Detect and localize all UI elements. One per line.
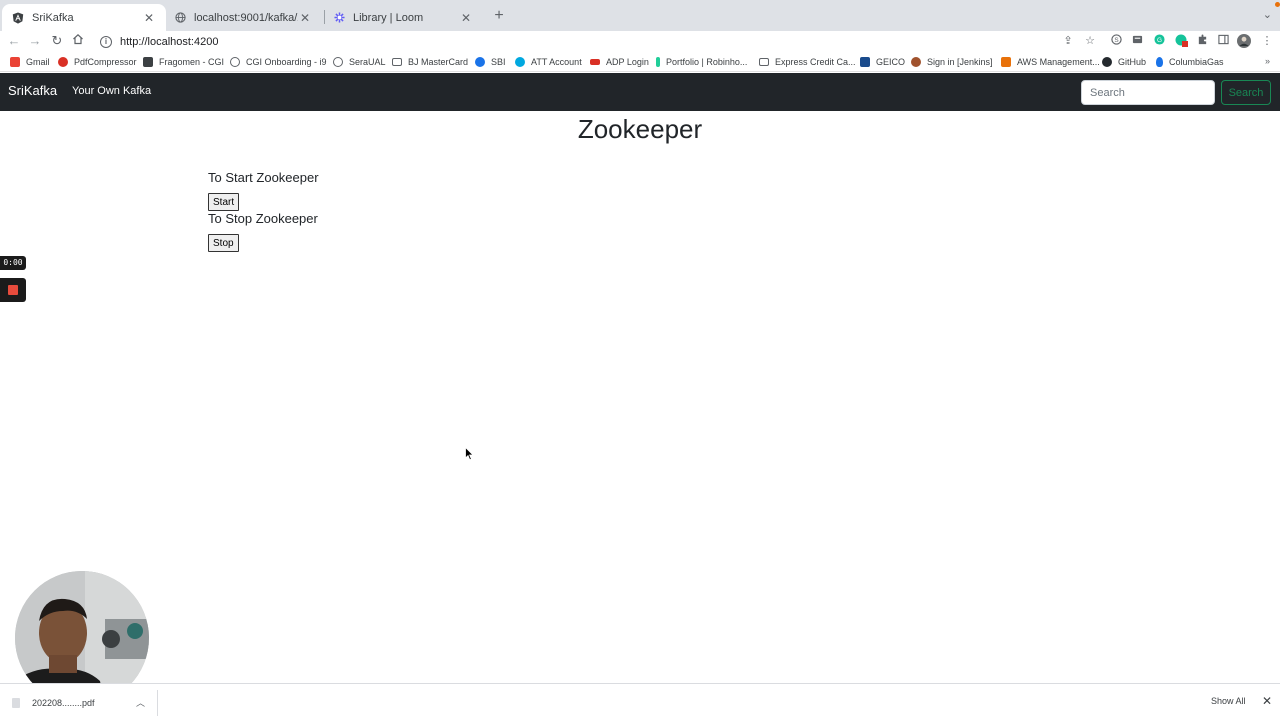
recording-timer: 0:00 — [0, 256, 26, 270]
svg-text:S: S — [1114, 37, 1118, 44]
close-downloads-icon[interactable]: ✕ — [1262, 694, 1272, 708]
adp-icon — [590, 59, 600, 65]
angular-icon — [12, 12, 24, 24]
download-file-name: 202208........pdf — [32, 698, 95, 708]
bookmark-bj-mastercard[interactable]: BJ MasterCard — [392, 55, 468, 69]
extension-clip-icon[interactable] — [1130, 34, 1144, 48]
downloads-bar: 202208........pdf ︿ Show All ✕ — [0, 683, 1280, 720]
bookmark-aws[interactable]: AWS Management... — [1001, 55, 1100, 69]
bookmark-robinhood[interactable]: Portfolio | Robinho... — [656, 55, 747, 69]
side-panel-icon[interactable] — [1216, 34, 1230, 48]
globe-icon — [174, 12, 186, 24]
bookmark-gmail[interactable]: Gmail — [10, 55, 50, 69]
download-options-chevron-icon[interactable]: ︿ — [136, 696, 145, 709]
search-button[interactable]: Search — [1221, 80, 1271, 105]
close-tab-icon[interactable]: ✕ — [298, 11, 312, 25]
close-tab-icon[interactable]: ✕ — [459, 11, 473, 25]
bookmark-sbi[interactable]: SBI — [475, 55, 506, 69]
bookmark-pdfcompressor[interactable]: PdfCompressor — [58, 55, 137, 69]
aws-icon — [1001, 57, 1011, 67]
search-input[interactable] — [1081, 80, 1215, 105]
feather-icon — [656, 57, 660, 67]
app-navbar: SriKafka Your Own Kafka Search — [0, 73, 1280, 111]
tab-search-chevron-icon[interactable]: ⌄ — [1263, 8, 1272, 21]
download-item[interactable]: 202208........pdf — [12, 693, 95, 713]
brand-logo-text[interactable]: SriKafka — [8, 83, 57, 98]
share-icon[interactable]: ⇪ — [1061, 34, 1075, 48]
browser-toolbar: ← → ↻ i http://localhost:4200 ⇪ ☆ S G ⋮ — [0, 31, 1280, 52]
bookmark-express-credit[interactable]: Express Credit Ca... — [759, 55, 856, 69]
sbi-icon — [475, 57, 485, 67]
loom-icon — [333, 12, 345, 24]
more-bookmarks-chevron-icon[interactable]: » — [1265, 56, 1270, 66]
flame-icon — [1156, 57, 1163, 67]
site-info-icon[interactable]: i — [100, 35, 112, 48]
mouse-cursor-icon — [465, 447, 474, 461]
tab-title: localhost:9001/kafka/zkstop — [194, 11, 298, 24]
bookmark-att-account[interactable]: ATT Account — [515, 55, 582, 69]
extension-grammarly-badge-icon[interactable] — [1174, 34, 1188, 48]
bookmark-star-icon[interactable]: ☆ — [1083, 34, 1097, 48]
nav-link-your-own-kafka[interactable]: Your Own Kafka — [72, 85, 151, 97]
browser-tab-strip: SriKafka ✕ localhost:9001/kafka/zkstop ✕… — [0, 0, 1280, 31]
extension-skype-icon[interactable]: S — [1109, 34, 1123, 48]
fragomen-icon — [143, 57, 153, 67]
github-icon — [1102, 57, 1112, 67]
bookmark-github[interactable]: GitHub — [1102, 55, 1146, 69]
bookmark-jenkins[interactable]: Sign in [Jenkins] — [911, 55, 993, 69]
address-url: http://localhost:4200 — [120, 35, 219, 48]
globe-icon — [333, 57, 343, 67]
tab-title: Library | Loom — [353, 11, 424, 24]
bookmark-columbiagas[interactable]: ColumbiaGas — [1156, 55, 1224, 69]
geico-icon — [860, 57, 870, 67]
reload-icon[interactable]: ↻ — [49, 33, 65, 49]
bookmark-seraual[interactable]: SeraUAL — [333, 55, 386, 69]
show-all-downloads-button[interactable]: Show All — [1211, 696, 1246, 706]
stop-square-icon — [8, 285, 18, 295]
extensions-puzzle-icon[interactable] — [1195, 34, 1209, 48]
start-zookeeper-label: To Start Zookeeper — [208, 170, 319, 185]
browser-menu-icon[interactable]: ⋮ — [1260, 34, 1274, 48]
credit-card-icon — [392, 58, 402, 66]
stop-button[interactable]: Stop — [208, 234, 239, 252]
page-title: Zookeeper — [577, 114, 703, 144]
divider — [157, 690, 158, 716]
back-arrow-icon[interactable]: ← — [6, 33, 22, 49]
svg-text:G: G — [1157, 37, 1162, 44]
tab-loom-library[interactable]: Library | Loom ✕ — [323, 4, 483, 31]
heart-icon — [58, 57, 68, 67]
bookmark-cgi-onboarding[interactable]: CGI Onboarding - i9 — [230, 55, 327, 69]
stop-zookeeper-label: To Stop Zookeeper — [208, 211, 318, 226]
bookmarks-bar: Gmail PdfCompressor Fragomen - CGI CGI O… — [0, 52, 1280, 72]
extension-grammarly-icon[interactable]: G — [1152, 34, 1166, 48]
tab-zkstop[interactable]: localhost:9001/kafka/zkstop ✕ — [164, 4, 322, 31]
att-globe-icon — [515, 57, 525, 67]
home-icon[interactable] — [70, 33, 86, 49]
credit-card-icon — [759, 58, 769, 66]
close-tab-icon[interactable]: ✕ — [142, 11, 156, 25]
file-icon — [12, 698, 20, 708]
profile-avatar[interactable] — [1237, 34, 1251, 48]
start-button[interactable]: Start — [208, 193, 240, 211]
bookmark-adp-login[interactable]: ADP Login — [590, 55, 649, 69]
stop-recording-button[interactable] — [0, 278, 26, 302]
forward-arrow-icon[interactable]: → — [27, 33, 43, 49]
bookmark-fragomen[interactable]: Fragomen - CGI — [143, 55, 224, 69]
jenkins-icon — [911, 57, 921, 67]
tab-srikafka[interactable]: SriKafka ✕ — [2, 4, 166, 31]
address-bar[interactable]: i http://localhost:4200 — [92, 32, 1102, 51]
gmail-icon — [10, 57, 20, 67]
update-indicator-icon — [1275, 2, 1280, 7]
bookmark-geico[interactable]: GEICO — [860, 55, 905, 69]
new-tab-button[interactable]: + — [491, 6, 507, 26]
globe-icon — [230, 57, 240, 67]
tab-title: SriKafka — [32, 11, 74, 24]
